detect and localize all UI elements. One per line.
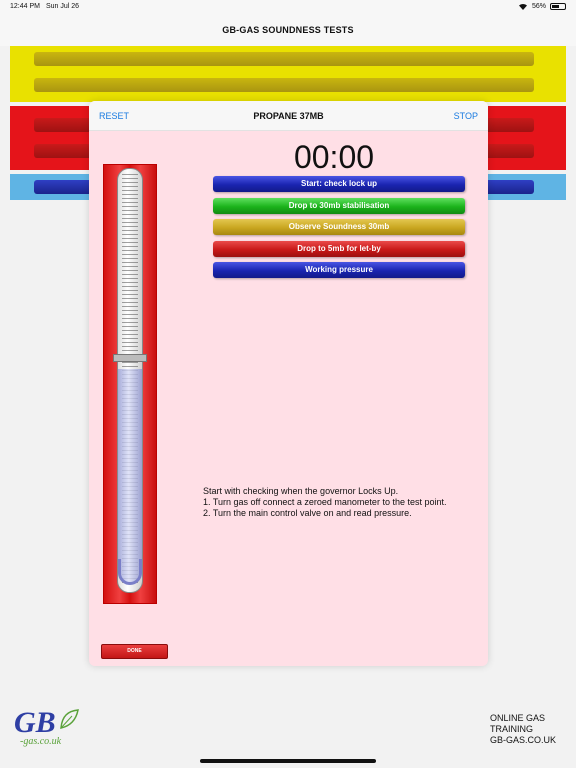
manometer-liquid	[118, 369, 142, 584]
footer-text: ONLINE GAS TRAINING GB-GAS.CO.UK	[490, 713, 556, 746]
footer-line: TRAINING	[490, 724, 534, 734]
step-button-working-pressure[interactable]: Working pressure	[213, 262, 465, 278]
step-button-let-by[interactable]: Drop to 5mb for let-by	[213, 241, 465, 257]
step-button-observe-soundness[interactable]: Observe Soundness 30mb	[213, 219, 465, 235]
timer-display: 00:00	[293, 139, 375, 175]
battery-percent: 56%	[531, 2, 546, 10]
status-date: Sun Jul 26	[46, 3, 80, 10]
done-button[interactable]: DONE	[101, 644, 168, 659]
test-modal: RESET PROPANE 37MB STOP 00:00 Start: che…	[89, 101, 488, 666]
stop-button[interactable]: STOP	[454, 111, 478, 121]
footer-line: GB-GAS.CO.UK	[490, 735, 557, 745]
logo: GB -gas.co.uk	[14, 706, 86, 752]
battery-fill	[552, 4, 559, 8]
home-indicator[interactable]	[200, 759, 376, 763]
logo-subtext: -gas.co.uk	[20, 736, 62, 747]
modal-header: RESET PROPANE 37MB STOP	[89, 101, 488, 131]
step-button-stabilisation[interactable]: Drop to 30mb stabilisation	[213, 198, 465, 214]
instructions: Start with checking when the governor Lo…	[203, 486, 446, 519]
band-yellow	[10, 46, 566, 102]
modal-title: PROPANE 37MB	[253, 111, 324, 121]
app-header: GB-GAS SOUNDNESS TESTS	[0, 14, 576, 46]
logo-text: GB	[14, 706, 56, 739]
manometer-joint	[113, 354, 147, 362]
instruction-line: 1. Turn gas off connect a zeroed manomet…	[203, 497, 447, 507]
footer-line: ONLINE GAS	[490, 713, 546, 723]
page-title: GB-GAS SOUNDNESS TESTS	[222, 25, 354, 35]
status-time: 12:44 PM	[10, 3, 40, 10]
wifi-icon	[518, 2, 528, 10]
manometer-u-bend	[118, 559, 142, 585]
instruction-line: 2. Turn the main control valve on and re…	[203, 508, 412, 518]
bg-bar-2[interactable]	[34, 78, 534, 92]
battery-icon	[550, 2, 566, 10]
step-button-check-lock-up[interactable]: Start: check lock up	[213, 176, 465, 192]
instruction-line: Start with checking when the governor Lo…	[203, 486, 399, 496]
manometer	[103, 164, 157, 604]
bg-bar-1[interactable]	[34, 52, 534, 66]
leaf-icon	[58, 708, 80, 730]
status-right: 56%	[518, 2, 566, 10]
status-bar: 12:44 PM Sun Jul 26 56%	[0, 0, 576, 14]
